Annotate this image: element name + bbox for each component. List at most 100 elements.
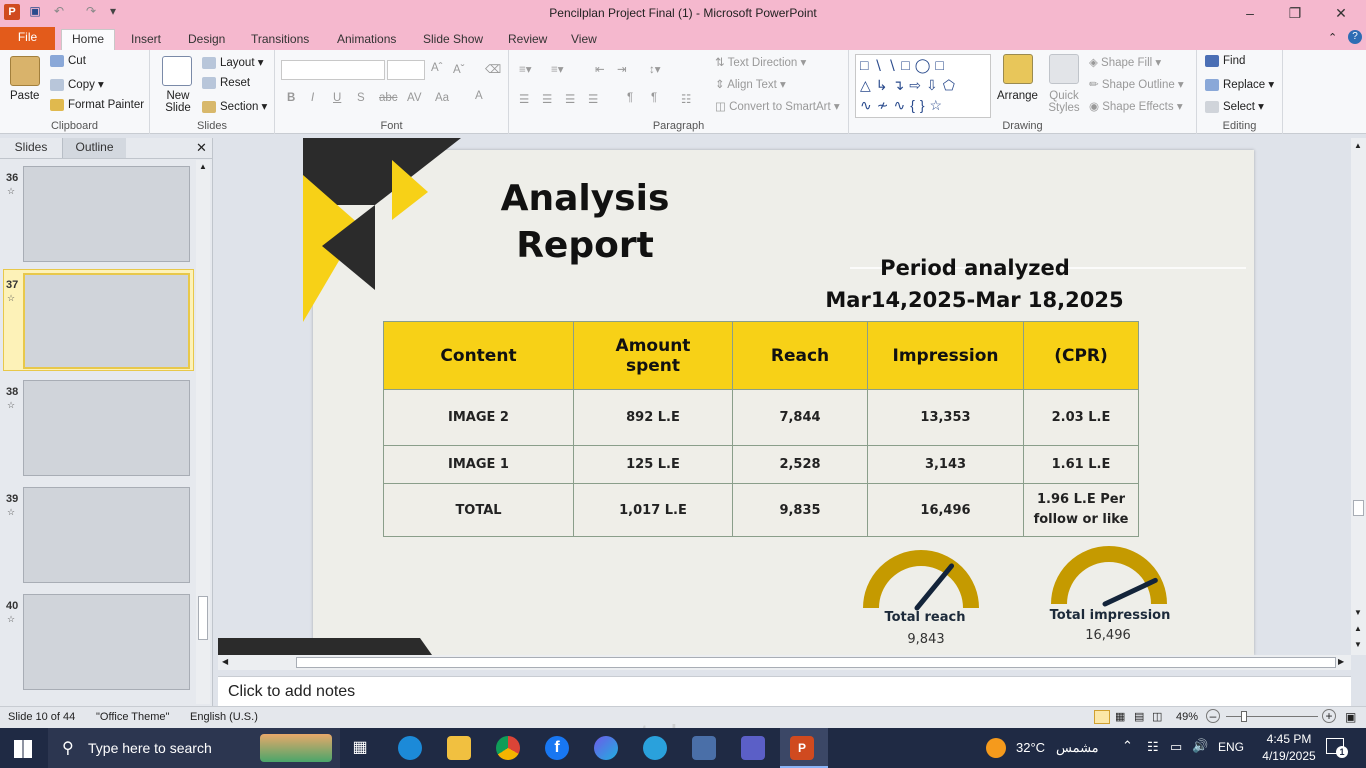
pane-scrollbar[interactable]: ▲ bbox=[196, 160, 210, 704]
tab-file[interactable]: File bbox=[0, 27, 55, 50]
bold-button[interactable]: B bbox=[287, 92, 295, 104]
shrink-font-icon[interactable]: Aˇ bbox=[453, 64, 465, 76]
table-cell[interactable]: 7,844 bbox=[732, 389, 868, 446]
zoom-in-icon[interactable]: + bbox=[1322, 709, 1336, 723]
tab-design[interactable]: Design bbox=[178, 30, 235, 50]
table-cell[interactable]: 2.03 L.E bbox=[1023, 389, 1139, 446]
shapes-gallery[interactable]: □∖∖□◯□ △↳↴⇨⇩⬠ ∿≁∿{}☆ bbox=[855, 54, 991, 118]
slide-thumbnail[interactable] bbox=[23, 380, 190, 476]
clear-format-icon[interactable]: ⌫ bbox=[485, 62, 501, 76]
arrange-button[interactable]: Arrange bbox=[997, 90, 1038, 102]
grow-font-icon[interactable]: Aˆ bbox=[431, 62, 443, 74]
gauge-value[interactable]: 9,843 bbox=[860, 632, 992, 647]
tab-animations[interactable]: Animations bbox=[327, 30, 406, 50]
tab-slides-pane[interactable]: Slides bbox=[0, 138, 62, 158]
replace-button[interactable]: Replace ▾ bbox=[1205, 77, 1274, 91]
change-case-button[interactable]: Aa bbox=[435, 92, 449, 104]
scroll-up-icon[interactable]: ▲ bbox=[199, 162, 207, 171]
font-color-icon[interactable]: A bbox=[475, 90, 483, 102]
close-button[interactable]: ✕ bbox=[1329, 4, 1353, 22]
clock-date[interactable]: 4/19/2025 bbox=[1252, 749, 1326, 763]
powerpoint-taskbar-icon[interactable]: P bbox=[790, 736, 814, 760]
table-cell[interactable]: 3,143 bbox=[867, 445, 1024, 484]
table-header-cell[interactable]: Content bbox=[383, 321, 574, 390]
editor-vertical-scrollbar[interactable]: ▲ ▼ ▲ ▼ bbox=[1351, 138, 1366, 655]
columns-icon[interactable]: ☷ bbox=[681, 92, 691, 106]
slide-thumbnail[interactable] bbox=[23, 166, 190, 262]
quick-styles-icon[interactable] bbox=[1049, 54, 1079, 84]
scroll-up-icon[interactable]: ▲ bbox=[1354, 141, 1362, 150]
char-spacing-icon[interactable]: AV bbox=[407, 92, 422, 104]
strikethrough-button[interactable]: abc bbox=[379, 92, 398, 104]
scroll-right-icon[interactable]: ▶ bbox=[1338, 657, 1344, 666]
table-cell[interactable]: 892 L.E bbox=[573, 389, 733, 446]
period-range[interactable]: Mar14,2025-Mar 18,2025 bbox=[812, 288, 1137, 312]
restore-button[interactable]: ❐ bbox=[1283, 4, 1307, 22]
paste-button[interactable]: Paste bbox=[10, 90, 39, 102]
copilot-icon[interactable] bbox=[594, 736, 618, 760]
close-pane-icon[interactable]: ✕ bbox=[196, 140, 207, 156]
table-cell[interactable]: IMAGE 2 bbox=[383, 389, 574, 446]
ltr-icon[interactable]: ¶ bbox=[627, 92, 633, 104]
section-button[interactable]: Section ▾ bbox=[202, 99, 267, 113]
table-cell[interactable]: 1.96 L.E Per follow or like bbox=[1023, 483, 1139, 537]
telegram-icon[interactable] bbox=[643, 736, 667, 760]
copy-button[interactable]: Copy ▾ bbox=[50, 77, 104, 91]
weather-condition[interactable]: مشمس bbox=[1056, 740, 1099, 756]
task-view-icon[interactable]: ▦ bbox=[348, 736, 372, 760]
clock-time[interactable]: 4:45 PM bbox=[1258, 732, 1320, 746]
gauge-label[interactable]: Total impression bbox=[1040, 608, 1180, 623]
tab-insert[interactable]: Insert bbox=[121, 30, 171, 50]
scroll-down-icon[interactable]: ▼ bbox=[1354, 608, 1362, 617]
table-cell[interactable]: 16,496 bbox=[867, 483, 1024, 537]
table-cell[interactable]: TOTAL bbox=[383, 483, 574, 537]
font-size-box[interactable] bbox=[387, 60, 425, 80]
scroll-thumb[interactable] bbox=[198, 596, 208, 640]
slide-thumbnail[interactable] bbox=[23, 487, 190, 583]
input-language[interactable]: ENG bbox=[1218, 740, 1244, 754]
notes-pane[interactable]: Click to add notes bbox=[218, 676, 1351, 706]
new-slide-icon[interactable] bbox=[162, 56, 192, 86]
table-cell[interactable]: IMAGE 1 bbox=[383, 445, 574, 484]
align-text-button[interactable]: ⇕ Align Text ▾ bbox=[715, 77, 786, 91]
align-right-icon[interactable]: ☰ bbox=[565, 92, 575, 106]
decrease-indent-icon[interactable]: ⇤ bbox=[595, 62, 605, 76]
gauge-value[interactable]: 16,496 bbox=[1040, 628, 1176, 643]
calculator-icon[interactable] bbox=[692, 736, 716, 760]
line-spacing-icon[interactable]: ↕▾ bbox=[649, 62, 661, 76]
tab-view[interactable]: View bbox=[561, 30, 607, 50]
underline-button[interactable]: U bbox=[333, 92, 341, 104]
select-button[interactable]: Select ▾ bbox=[1205, 99, 1264, 113]
shadow-button[interactable]: S bbox=[357, 92, 365, 104]
tray-chevron-icon[interactable]: ⌃ bbox=[1122, 738, 1133, 754]
zoom-level[interactable]: 49% bbox=[1176, 711, 1198, 723]
edge-icon[interactable] bbox=[398, 736, 422, 760]
network-icon[interactable]: ☷ bbox=[1147, 739, 1159, 755]
slide-title-line-1[interactable]: Analysis bbox=[480, 178, 690, 219]
shape-outline-button[interactable]: ✏ Shape Outline ▾ bbox=[1089, 77, 1184, 91]
slide-thumbnail[interactable] bbox=[23, 594, 190, 690]
new-slide-button[interactable]: New Slide bbox=[162, 90, 194, 114]
weather-icon[interactable] bbox=[986, 738, 1006, 758]
notes-placeholder[interactable]: Click to add notes bbox=[228, 683, 355, 701]
rtl-icon[interactable]: ¶ bbox=[651, 92, 657, 104]
file-explorer-icon[interactable] bbox=[447, 736, 471, 760]
arrange-icon[interactable] bbox=[1003, 54, 1033, 84]
slide-title-line-2[interactable]: Report bbox=[480, 225, 690, 266]
table-header-cell[interactable]: (CPR) bbox=[1023, 321, 1139, 390]
slideshow-view-icon[interactable]: ◫ bbox=[1152, 710, 1162, 723]
theme-name[interactable]: "Office Theme" bbox=[96, 711, 169, 723]
italic-button[interactable]: I bbox=[311, 92, 314, 104]
gauge-label[interactable]: Total reach bbox=[860, 610, 990, 625]
scroll-thumb[interactable] bbox=[296, 657, 1336, 668]
bullets-icon[interactable]: ≡▾ bbox=[519, 62, 531, 76]
format-painter-button[interactable]: Format Painter bbox=[50, 99, 144, 111]
volume-icon[interactable]: 🔊 bbox=[1192, 738, 1208, 754]
smartart-button[interactable]: ◫ Convert to SmartArt ▾ bbox=[715, 99, 840, 113]
language-indicator[interactable]: English (U.S.) bbox=[190, 711, 258, 723]
sorter-view-icon[interactable]: ▦ bbox=[1115, 710, 1125, 723]
tab-review[interactable]: Review bbox=[498, 30, 557, 50]
align-left-icon[interactable]: ☰ bbox=[519, 92, 529, 106]
reset-button[interactable]: Reset bbox=[202, 77, 250, 89]
weather-temp[interactable]: 32°C bbox=[1016, 740, 1045, 755]
